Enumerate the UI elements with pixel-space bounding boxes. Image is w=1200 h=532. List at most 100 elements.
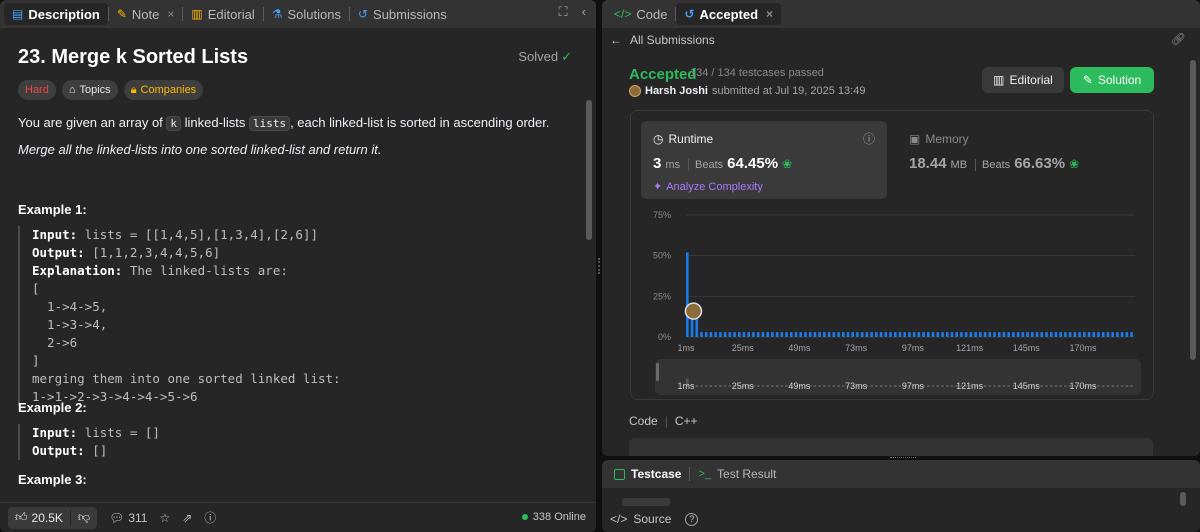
chart-bar[interactable] [1026, 332, 1029, 337]
chevron-left-icon[interactable]: ‹ [582, 4, 586, 20]
chart-bar[interactable] [875, 332, 878, 337]
chart-bar[interactable] [700, 332, 703, 337]
chart-bar[interactable] [1120, 332, 1124, 337]
chart-bar[interactable] [1059, 332, 1062, 337]
chart-bar[interactable] [979, 332, 982, 337]
chart-bar[interactable] [728, 332, 732, 337]
range-navigator[interactable] [655, 359, 1141, 395]
help-button[interactable]: ⓘ [204, 509, 216, 526]
chart-bar[interactable] [804, 332, 807, 337]
chart-bar[interactable] [846, 332, 850, 337]
share-button[interactable]: ⇗ [182, 511, 192, 525]
chart-bar[interactable] [1040, 332, 1044, 337]
chart-bar[interactable] [766, 332, 769, 337]
chart-bar[interactable] [841, 332, 845, 337]
chart-bar[interactable] [719, 332, 722, 337]
topics-tag[interactable]: ⌂ Topics [61, 80, 118, 100]
chart-bar[interactable] [865, 332, 869, 337]
chart-bar[interactable] [945, 332, 949, 337]
chart-bar[interactable] [1007, 332, 1010, 337]
help-icon[interactable]: ? [685, 512, 699, 526]
tab-submissions[interactable]: ↺ Submissions [350, 3, 455, 25]
chart-bar[interactable] [860, 332, 864, 337]
chart-bar[interactable] [1101, 332, 1105, 337]
chart-bar[interactable] [1068, 332, 1072, 337]
chart-bar[interactable] [709, 332, 713, 337]
chart-bar[interactable] [1111, 332, 1114, 337]
author-name[interactable]: Harsh Joshi [645, 85, 708, 97]
chart-bar[interactable] [922, 332, 925, 337]
chart-bar[interactable] [893, 332, 897, 337]
tab-accepted[interactable]: ↺ Accepted × [676, 3, 782, 25]
chart-bar[interactable] [733, 332, 736, 337]
chart-bar[interactable] [771, 332, 774, 337]
chart-bar[interactable] [884, 332, 888, 337]
tab-code[interactable]: </> Code [606, 3, 675, 25]
chart-bar[interactable] [941, 332, 944, 337]
chart-bar[interactable] [1049, 332, 1053, 337]
chart-bar[interactable] [903, 332, 907, 337]
chart-bar[interactable] [1083, 332, 1086, 337]
chart-bar[interactable] [823, 332, 826, 337]
link-icon[interactable]: 🔗︎ [1171, 32, 1186, 46]
chart-bar[interactable] [775, 332, 779, 337]
chart-bar[interactable] [789, 332, 793, 337]
chart-bar[interactable] [1021, 332, 1025, 337]
chart-bar[interactable] [1035, 332, 1039, 337]
runtime-box[interactable]: ◷ Runtime ⓘ 3 ms Beats 64.45% ❀ ✦ Analyze … [641, 121, 887, 199]
chart-bar[interactable] [1073, 332, 1077, 337]
scrollbar[interactable] [1190, 60, 1196, 450]
chart-bar[interactable] [931, 332, 935, 337]
chart-bar[interactable] [974, 332, 977, 337]
chart-bar[interactable] [1106, 332, 1110, 337]
chart-bar[interactable] [1097, 332, 1100, 337]
chart-bar[interactable] [827, 332, 831, 337]
scrollbar-thumb[interactable] [1190, 60, 1196, 360]
chart-bar[interactable] [912, 332, 916, 337]
chart-bar[interactable] [818, 332, 821, 337]
chart-bar[interactable] [969, 332, 973, 337]
chart-bar[interactable] [742, 332, 746, 337]
chart-bar[interactable] [756, 332, 760, 337]
like-button[interactable]: 👍︎ 20.5K [8, 510, 70, 525]
chart-bar[interactable] [832, 332, 836, 337]
chart-bar[interactable] [1092, 332, 1096, 337]
chart-bar[interactable] [997, 332, 1001, 337]
testcase-chip[interactable] [622, 498, 670, 506]
chart-bar[interactable] [1087, 332, 1091, 337]
chart-bar[interactable] [879, 332, 883, 337]
chart-bar[interactable] [1064, 332, 1067, 337]
chart-bar[interactable] [714, 332, 717, 337]
chart-bar[interactable] [808, 332, 812, 337]
chart-bar[interactable] [889, 332, 892, 337]
chart-bar[interactable] [704, 332, 708, 337]
chart-bar[interactable] [813, 332, 817, 337]
tab-testcase[interactable]: Testcase [606, 463, 689, 485]
chart-bar[interactable] [1078, 332, 1081, 337]
chart-bar[interactable] [964, 332, 968, 337]
chart-bar[interactable] [1045, 332, 1048, 337]
chart-bar[interactable] [856, 332, 859, 337]
chart-bar[interactable] [988, 332, 992, 337]
chart-bar[interactable] [1125, 332, 1129, 337]
chart-bar[interactable] [917, 332, 921, 337]
chart-bar[interactable] [747, 332, 751, 337]
chart-bar[interactable] [794, 332, 798, 337]
dislike-button[interactable]: 👎︎ [69, 510, 97, 525]
chart-bar[interactable] [898, 332, 902, 337]
memory-label[interactable]: ▣ Memory [909, 132, 969, 146]
chart-bar[interactable] [983, 332, 987, 337]
favorite-button[interactable]: ☆ [159, 511, 170, 525]
chart-bar[interactable] [960, 332, 963, 337]
chart-bar[interactable] [1116, 332, 1119, 337]
chart-bar[interactable] [1054, 332, 1058, 337]
code-preview[interactable] [629, 438, 1153, 456]
chart-bar[interactable] [993, 332, 996, 337]
chart-bar[interactable] [837, 332, 840, 337]
runtime-distribution-chart[interactable]: 75% 50% 25% 0% 1ms 25ms 49ms 73ms 97ms 121ms 145ms… [631, 207, 1155, 401]
chart-bar[interactable] [851, 332, 855, 337]
companies-tag[interactable]: 🔒︎ Companies [123, 80, 204, 100]
tab-description[interactable]: ▤ Description [4, 3, 108, 25]
chart-bar[interactable] [1031, 332, 1034, 337]
close-icon[interactable]: × [766, 7, 773, 21]
